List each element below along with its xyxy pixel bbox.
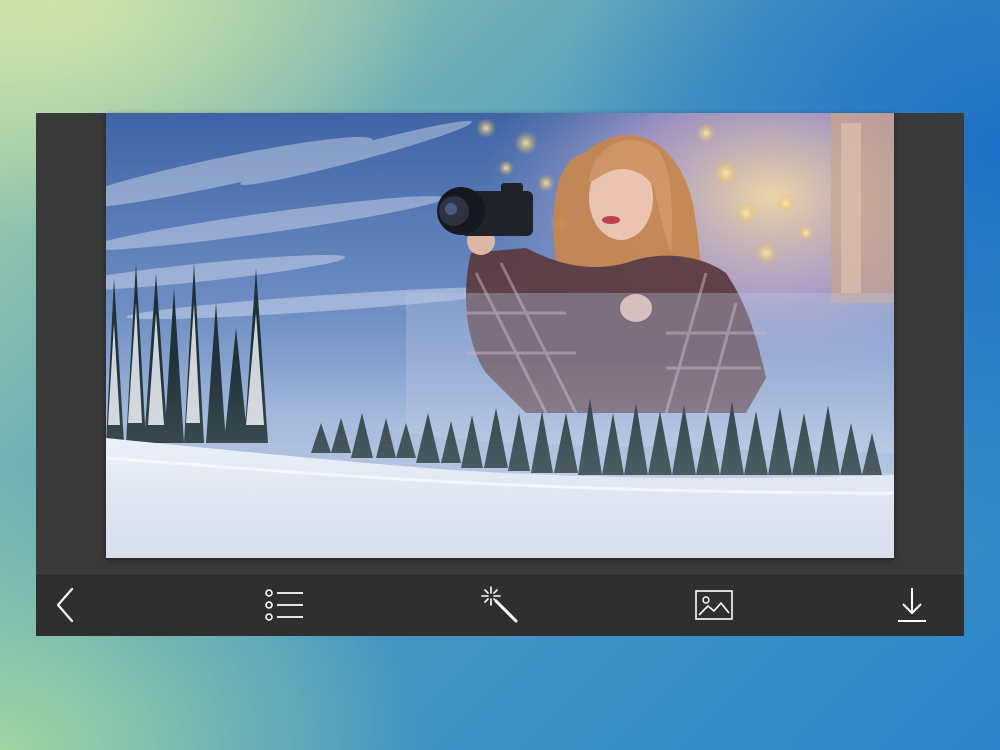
- gallery-button[interactable]: [690, 582, 738, 628]
- download-button[interactable]: [888, 582, 936, 628]
- image-icon: [695, 590, 733, 620]
- chevron-left-icon: [56, 587, 74, 623]
- effects-button[interactable]: [476, 582, 524, 628]
- list-icon: [265, 589, 303, 621]
- blended-photo: [106, 113, 894, 558]
- photo-canvas[interactable]: [106, 113, 894, 558]
- back-button[interactable]: [43, 582, 91, 628]
- download-icon: [898, 588, 926, 622]
- bottom-toolbar: [36, 573, 964, 636]
- list-button[interactable]: [260, 582, 308, 628]
- magic-wand-icon: [481, 586, 518, 623]
- editor-frame: [36, 113, 964, 636]
